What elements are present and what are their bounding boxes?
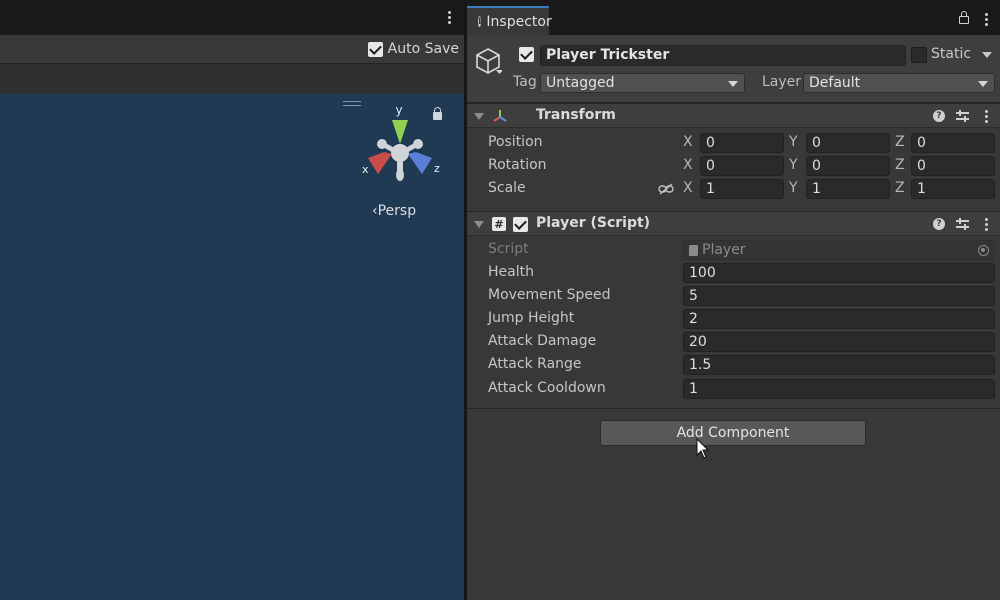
orientation-gizmo[interactable]: y x z [350,100,450,200]
player-script-foldout-icon[interactable] [474,221,484,228]
transform-title: Transform [536,107,616,123]
scale-z-field[interactable]: 1 [911,179,995,199]
player-script-enabled-checkbox[interactable] [513,217,528,232]
scale-z-axis[interactable]: Z [895,180,905,196]
rotation-z-axis[interactable]: Z [895,157,905,173]
scale-y-field[interactable]: 1 [806,179,890,199]
static-dropdown-arrow-icon[interactable] [982,52,992,58]
inspector-more-menu-icon[interactable] [983,12,989,26]
constrain-proportions-link-icon[interactable] [658,183,674,195]
rotation-y-axis[interactable]: Y [789,157,798,173]
mouse-cursor-icon [696,438,710,459]
player-script-header[interactable]: # Player (Script) ? [467,211,1000,236]
scene-subtoolbar [0,64,465,94]
position-y-field[interactable]: 0 [806,133,890,153]
gizmo-y-label: y [395,103,402,117]
transform-more-menu-icon[interactable] [983,109,989,123]
script-hash-icon: # [492,217,506,231]
jump-height-label: Jump Height [488,310,575,326]
tag-label: Tag [513,74,537,90]
autosave-checkbox[interactable] [367,41,383,57]
scale-x-axis[interactable]: X [683,180,693,196]
rotation-y-field[interactable]: 0 [806,156,890,176]
autosave-label: Auto Save [387,41,459,57]
component-divider [467,408,1000,409]
gizmo-x-cone[interactable] [368,152,392,174]
script-label: Script [488,241,529,257]
transform-foldout-icon[interactable] [474,113,484,120]
gizmo-x-label: x [362,163,369,176]
attack-range-label: Attack Range [488,356,582,372]
attack-range-field[interactable]: 1.5 [683,355,995,375]
rotation-z-field[interactable]: 0 [911,156,995,176]
tab-inspector[interactable]: i Inspector [467,6,552,35]
gizmo-y-cone[interactable] [392,120,408,144]
movement-speed-label: Movement Speed [488,287,611,303]
player-script-help-icon[interactable]: ? [933,218,945,230]
script-file-icon [689,245,698,256]
scale-label: Scale [488,180,526,196]
position-z-axis[interactable]: Z [895,134,905,150]
gameobject-cube-icon[interactable] [474,47,502,75]
projection-toggle[interactable]: ‹Persp [372,203,416,219]
scale-x-field[interactable]: 1 [700,179,784,199]
add-component-button[interactable]: Add Component [600,420,866,446]
transform-help-icon[interactable]: ? [933,110,945,122]
tab-inspector-label: Inspector [486,13,552,30]
player-script-more-menu-icon[interactable] [983,217,989,231]
inspector-tab-bar: i Inspector [467,0,1000,35]
script-reference-value: Player [702,242,746,258]
attack-cooldown-field[interactable]: 1 [683,379,995,399]
health-field[interactable]: 100 [683,263,995,283]
static-checkbox[interactable] [911,47,927,63]
jump-height-field[interactable]: 2 [683,309,995,329]
position-label: Position [488,134,543,150]
movement-speed-field[interactable]: 5 [683,286,995,306]
position-x-axis[interactable]: X [683,134,693,150]
scene-more-menu-icon[interactable] [443,10,455,26]
player-script-presets-icon[interactable] [956,218,969,230]
scale-y-axis[interactable]: Y [789,180,798,196]
inspector-lock-icon[interactable] [959,11,969,24]
static-label: Static [931,46,972,62]
health-label: Health [488,264,534,280]
gameobject-name-field[interactable]: Player Trickster [540,45,906,66]
object-picker-icon[interactable] [978,245,989,256]
script-reference-field: Player [683,240,995,260]
gameobject-active-checkbox[interactable] [519,47,534,62]
inspector-panel: i Inspector Player Trickster Static Tag … [467,0,1000,600]
scene-tab-bar [0,0,465,35]
attack-cooldown-label: Attack Cooldown [488,380,606,396]
rotation-x-axis[interactable]: X [683,157,693,173]
tag-dropdown[interactable]: Untagged [540,73,745,93]
scene-view: Auto Save y x z ‹Persp [0,0,465,600]
autosave-toggle[interactable]: Auto Save [367,41,459,57]
transform-icon [493,110,507,122]
layer-dropdown[interactable]: Default [803,73,995,93]
position-z-field[interactable]: 0 [911,133,995,153]
gameobject-header: Player Trickster Static Tag Untagged Lay… [467,35,1000,103]
transform-header[interactable]: Transform ? [467,103,1000,128]
transform-presets-icon[interactable] [956,110,969,122]
position-x-field[interactable]: 0 [700,133,784,153]
scene-toolbar: Auto Save [0,35,465,64]
attack-damage-label: Attack Damage [488,333,597,349]
gizmo-z-label: z [434,162,440,175]
gizmo-z-cone[interactable] [408,152,432,174]
rotation-label: Rotation [488,157,547,173]
attack-damage-field[interactable]: 20 [683,332,995,352]
info-icon: i [478,16,482,27]
rotation-x-field[interactable]: 0 [700,156,784,176]
position-y-axis[interactable]: Y [789,134,798,150]
player-script-title: Player (Script) [536,215,651,231]
layer-label: Layer [762,74,802,90]
